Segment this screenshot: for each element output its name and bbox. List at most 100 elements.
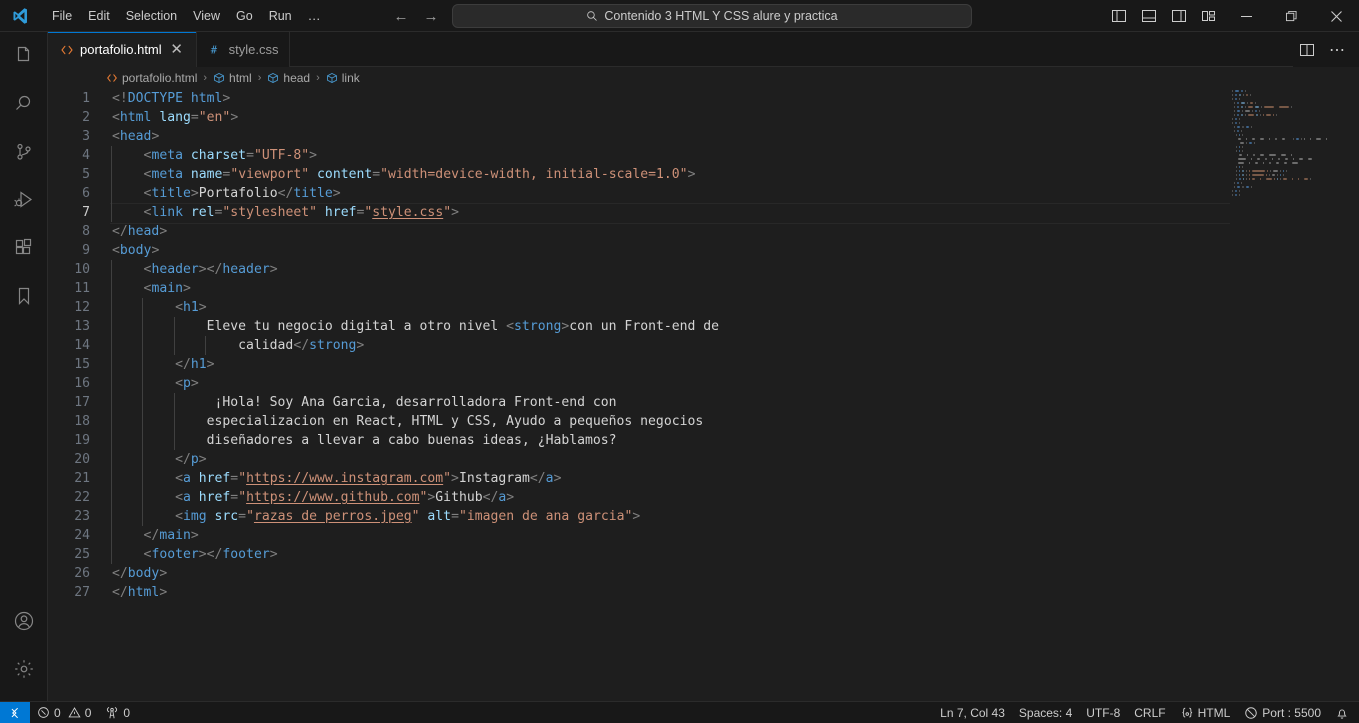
tab-portafolio-html[interactable]: portafolio.html ✕: [48, 32, 197, 67]
code-text[interactable]: diseñadores a llevar a cabo buenas ideas…: [110, 431, 617, 450]
code-line[interactable]: 26 </body>: [48, 564, 1359, 583]
breadcrumb-item-link[interactable]: link: [326, 71, 360, 85]
code-text[interactable]: </main>: [110, 526, 199, 545]
search-icon[interactable]: [0, 80, 48, 128]
menu-edit[interactable]: Edit: [80, 5, 118, 27]
customize-layout-icon[interactable]: [1194, 0, 1224, 32]
code-text[interactable]: Eleve tu negocio digital a otro nivel <s…: [110, 317, 719, 336]
code-line[interactable]: 7 <link rel="stylesheet" href="style.css…: [48, 203, 1359, 224]
code-line[interactable]: 6 <title>Portafolio</title>: [48, 184, 1359, 203]
close-button[interactable]: [1314, 0, 1359, 32]
code-line[interactable]: 11 <main>: [48, 279, 1359, 298]
arrow-left-icon[interactable]: ←: [392, 8, 410, 25]
code-text[interactable]: <link rel="stylesheet" href="style.css">: [110, 203, 459, 222]
code-text[interactable]: especializacion en React, HTML y CSS, Ay…: [110, 412, 703, 431]
code-text[interactable]: <footer></footer>: [110, 545, 278, 564]
code-text[interactable]: <img src="razas de perros.jpeg" alt="ima…: [110, 507, 640, 526]
menu-view[interactable]: View: [185, 5, 228, 27]
code-text[interactable]: <a href="https://www.github.com">Github<…: [110, 488, 514, 507]
arrow-right-icon[interactable]: →: [422, 8, 440, 25]
toggle-secondary-sidebar-icon[interactable]: [1164, 0, 1194, 32]
encoding-status[interactable]: UTF-8: [1079, 702, 1127, 723]
code-text[interactable]: <h1>: [110, 298, 207, 317]
menu-overflow-button[interactable]: …: [300, 8, 330, 23]
source-control-icon[interactable]: [0, 128, 48, 176]
code-text[interactable]: <main>: [110, 279, 191, 298]
code-text[interactable]: <a href="https://www.instagram.com">Inst…: [110, 469, 561, 488]
code-text[interactable]: </body>: [110, 564, 167, 583]
code-text[interactable]: <!DOCTYPE html>: [110, 89, 230, 108]
code-line[interactable]: 18 especializacion en React, HTML y CSS,…: [48, 412, 1359, 431]
ports-status[interactable]: 0: [98, 702, 137, 723]
indentation-status[interactable]: Spaces: 4: [1012, 702, 1079, 723]
menu-file[interactable]: File: [44, 5, 80, 27]
code-text[interactable]: </h1>: [110, 355, 215, 374]
menu-selection[interactable]: Selection: [118, 5, 185, 27]
code-text[interactable]: </html>: [110, 583, 167, 602]
code-line[interactable]: 13 Eleve tu negocio digital a otro nivel…: [48, 317, 1359, 336]
breadcrumb-item-head[interactable]: head: [267, 71, 310, 85]
minimap[interactable]: [1230, 89, 1345, 701]
toggle-primary-sidebar-icon[interactable]: [1104, 0, 1134, 32]
code-line[interactable]: 24 </main>: [48, 526, 1359, 545]
code-line[interactable]: 23 <img src="razas de perros.jpeg" alt="…: [48, 507, 1359, 526]
code-line[interactable]: 8 </head>: [48, 222, 1359, 241]
run-and-debug-icon[interactable]: [0, 176, 48, 224]
tab-style-css[interactable]: # style.css: [196, 32, 290, 67]
code-line[interactable]: 20 </p>: [48, 450, 1359, 469]
code-line[interactable]: 19 diseñadores a llevar a cabo buenas id…: [48, 431, 1359, 450]
toggle-panel-icon[interactable]: [1134, 0, 1164, 32]
code-line[interactable]: 9 <body>: [48, 241, 1359, 260]
explorer-icon[interactable]: [0, 32, 48, 80]
code-line[interactable]: 17 ¡Hola! Soy Ana Garcia, desarrolladora…: [48, 393, 1359, 412]
code-line[interactable]: 10 <header></header>: [48, 260, 1359, 279]
menu-run[interactable]: Run: [261, 5, 300, 27]
code-line[interactable]: 4 <meta charset="UTF-8">: [48, 146, 1359, 165]
remote-window-button[interactable]: [0, 701, 30, 723]
code-text[interactable]: </p>: [110, 450, 207, 469]
eol-status[interactable]: CRLF: [1127, 702, 1172, 723]
close-icon[interactable]: ✕: [168, 42, 186, 57]
accounts-icon[interactable]: [0, 597, 48, 645]
settings-gear-icon[interactable]: [0, 645, 48, 693]
maximize-button[interactable]: [1269, 0, 1314, 32]
minimize-button[interactable]: [1224, 0, 1269, 32]
notifications-button[interactable]: [1328, 702, 1359, 723]
more-actions-icon[interactable]: ⋯: [1323, 32, 1351, 67]
code-text[interactable]: <html lang="en">: [110, 108, 238, 127]
code-text[interactable]: <meta charset="UTF-8">: [110, 146, 317, 165]
menu-go[interactable]: Go: [228, 5, 261, 27]
editor-viewport[interactable]: 1 <!DOCTYPE html> 2 <html lang="en"> 3 <head>…: [48, 89, 1359, 701]
code-line[interactable]: 3 <head>: [48, 127, 1359, 146]
live-server-status[interactable]: Port : 5500: [1237, 702, 1328, 723]
code-line[interactable]: 16 <p>: [48, 374, 1359, 393]
command-center[interactable]: Contenido 3 HTML Y CSS alure y practica: [452, 4, 972, 28]
language-mode-status[interactable]: HTML: [1173, 702, 1238, 723]
editor-scrollbar[interactable]: [1345, 89, 1359, 701]
code-lines[interactable]: 1 <!DOCTYPE html> 2 <html lang="en"> 3 <head>…: [48, 89, 1359, 602]
bookmarks-icon[interactable]: [0, 272, 48, 320]
breadcrumb-item-html[interactable]: html: [213, 71, 252, 85]
code-line[interactable]: 21 <a href="https://www.instagram.com">I…: [48, 469, 1359, 488]
code-line[interactable]: 2 <html lang="en">: [48, 108, 1359, 127]
code-text[interactable]: <p>: [110, 374, 199, 393]
problems-status[interactable]: 0 0: [30, 702, 98, 723]
code-text[interactable]: <header></header>: [110, 260, 278, 279]
code-line[interactable]: 12 <h1>: [48, 298, 1359, 317]
extensions-icon[interactable]: [0, 224, 48, 272]
code-text[interactable]: calidad</strong>: [110, 336, 364, 355]
code-text[interactable]: ¡Hola! Soy Ana Garcia, desarrolladora Fr…: [110, 393, 617, 412]
code-line[interactable]: 25 <footer></footer>: [48, 545, 1359, 564]
code-text[interactable]: <meta name="viewport" content="width=dev…: [110, 165, 695, 184]
code-line[interactable]: 14 calidad</strong>: [48, 336, 1359, 355]
code-text[interactable]: <head>: [110, 127, 159, 146]
code-text[interactable]: <body>: [110, 241, 159, 260]
split-editor-right-icon[interactable]: [1293, 32, 1321, 67]
code-text[interactable]: <title>Portafolio</title>: [110, 184, 341, 203]
code-editor[interactable]: 1 <!DOCTYPE html> 2 <html lang="en"> 3 <head>…: [48, 89, 1359, 701]
code-line[interactable]: 1 <!DOCTYPE html>: [48, 89, 1359, 108]
breadcrumb-item-file[interactable]: portafolio.html: [106, 71, 197, 85]
code-text[interactable]: </head>: [110, 222, 167, 241]
code-line[interactable]: 15 </h1>: [48, 355, 1359, 374]
cursor-position-status[interactable]: Ln 7, Col 43: [933, 702, 1012, 723]
